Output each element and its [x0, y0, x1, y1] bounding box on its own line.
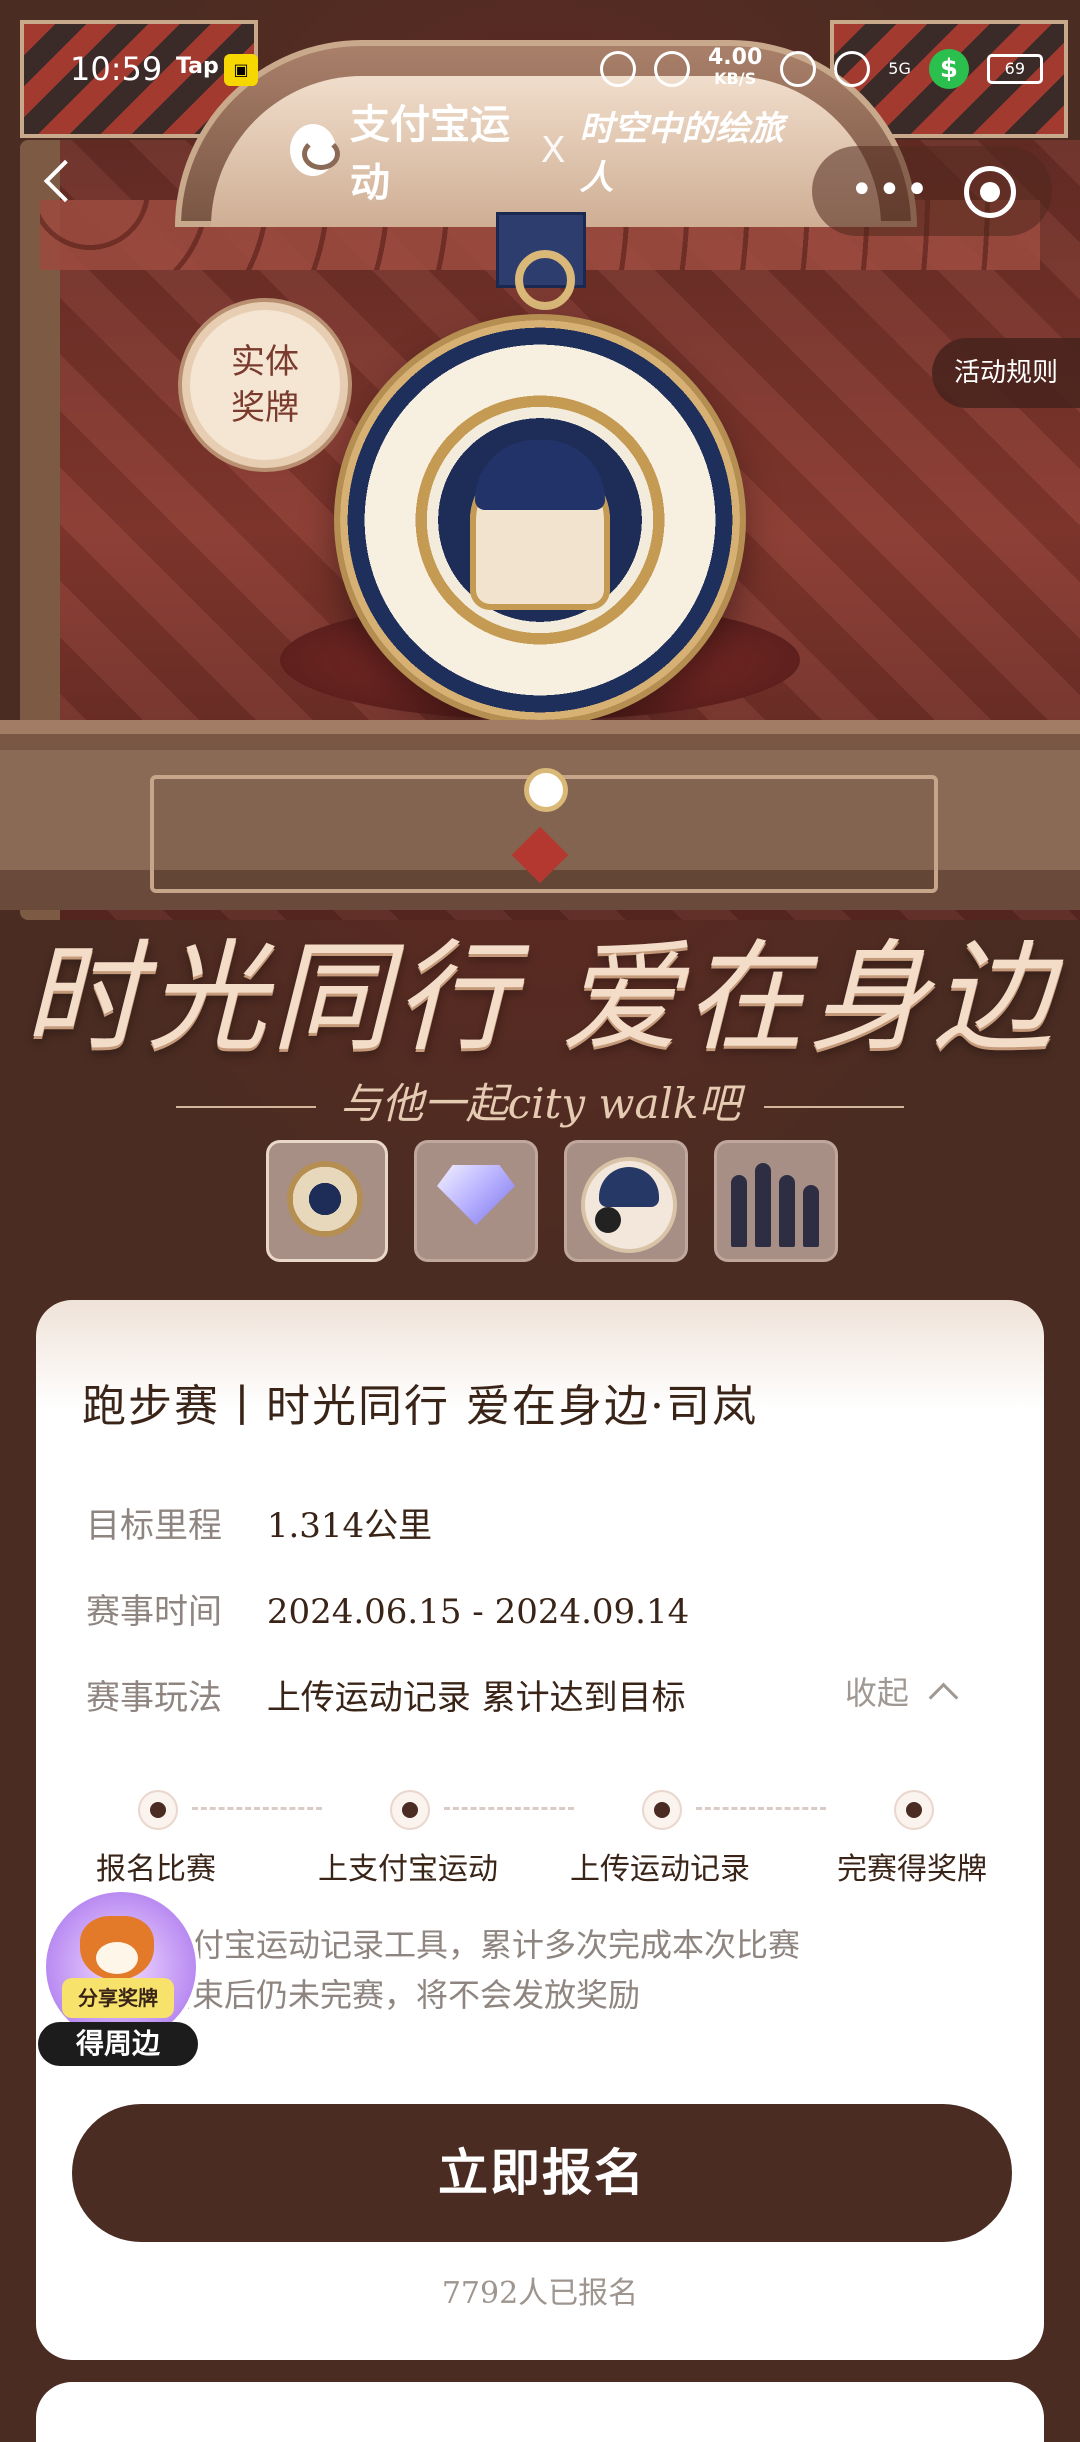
race-rules-label: 赛事玩法 [86, 1678, 222, 1718]
description-line: 使用支付宝运动记录工具，累计多次完成本次比赛 [96, 1926, 801, 1964]
step-dot-icon [894, 1790, 934, 1830]
network-speed: 4.00 KB/S [708, 45, 763, 89]
race-rules-row: 赛事玩法 上传运动记录 累计达到目标 [86, 1670, 686, 1719]
target-distance-value: 1.314公里 [266, 1506, 433, 1546]
thumbnail-diamond[interactable] [414, 1140, 538, 1262]
signal-label: 5G [888, 59, 911, 78]
race-time-row: 赛事时间 2024.06.15 - 2024.09.14 [86, 1584, 689, 1633]
subline: 与他一起city walk吧 [0, 1070, 1080, 1131]
diamond-icon [437, 1165, 515, 1225]
share-medal-tag: 分享奖牌 [62, 1978, 174, 2018]
step-label: 完赛得奖牌 [837, 1852, 987, 1887]
network-speed-value: 4.00 [708, 45, 763, 70]
miniapp-capsule: ••• [812, 146, 1052, 236]
race-description: 使用支付宝运动记录工具，累计多次完成本次比赛 赛事结束后仍未完赛，将不会发放奖励 [96, 1920, 976, 2020]
status-time: 10:59 [70, 50, 163, 88]
share-medal-widget[interactable]: 分享奖牌 得周边 [38, 1888, 200, 2068]
chevron-up-icon [928, 1682, 959, 1713]
physical-medal-label: 实体 奖牌 [231, 342, 299, 428]
step-label: 上传运动记录 [570, 1852, 750, 1887]
thumbnail-figures[interactable] [714, 1140, 838, 1262]
signup-count: 7792人已报名 [441, 2276, 639, 2311]
step-dot-icon [642, 1790, 682, 1830]
signup-button[interactable]: 立即报名 [72, 2104, 1012, 2242]
thumbnail-strip [266, 1140, 838, 1262]
collapse-label: 收起 [844, 1674, 909, 1712]
activity-rules-button[interactable]: 活动规则 [932, 338, 1080, 408]
step-connector [444, 1807, 574, 1810]
fox-mascot-icon [80, 1916, 154, 1980]
step-label: 上支付宝运动 [318, 1852, 498, 1887]
step-connector [696, 1807, 826, 1810]
physical-medal-badge: 实体 奖牌 [190, 310, 340, 460]
target-distance-row: 目标里程 1.314公里 [86, 1498, 432, 1547]
close-miniapp-icon[interactable] [964, 166, 1016, 218]
step-dot-icon [138, 1790, 178, 1830]
avatar [581, 1157, 677, 1253]
thumbnail-medal[interactable] [266, 1140, 388, 1262]
network-speed-unit: KB/S [714, 69, 757, 88]
get-merch-pill: 得周边 [38, 2022, 198, 2066]
play-icon [595, 1207, 621, 1233]
figure-icon [803, 1185, 819, 1247]
figure-icon [731, 1175, 747, 1247]
status-icons: 4.00 KB/S 5G $ 69 [600, 45, 1043, 89]
race-info-card: 跑步赛丨时光同行 爱在身边·司岚 目标里程 1.314公里 赛事时间 2024.… [36, 1300, 1044, 2360]
collapse-button[interactable]: 收起 [844, 1668, 959, 1714]
thumbnail-avatar[interactable] [564, 1140, 688, 1262]
payment-icon: $ [928, 48, 969, 89]
headline: 时光同行 爱在身边 [22, 929, 1058, 1068]
figure-icon [779, 1175, 795, 1247]
app-icon [780, 50, 817, 87]
ornament-icon [524, 768, 568, 812]
race-time-value: 2024.06.15 - 2024.09.14 [266, 1592, 690, 1632]
description-line: 赛事结束后仍未完赛，将不会发放奖励 [96, 1976, 641, 2014]
tap-app-label: Tap [176, 54, 219, 79]
heart-status-icon [654, 50, 690, 87]
figure-icon [755, 1163, 771, 1247]
race-title: 跑步赛丨时光同行 爱在身边·司岚 [82, 1381, 758, 1432]
step-dot-icon [390, 1790, 430, 1830]
race-time-label: 赛事时间 [86, 1592, 222, 1632]
step-label: 报名比赛 [96, 1852, 216, 1887]
app-notification-icon: ▣ [224, 54, 258, 86]
medal-thumb-icon [287, 1161, 363, 1237]
status-bar: 10:59 Tap ▣ 4.00 KB/S 5G $ 69 [0, 0, 1080, 140]
medal-ring [515, 250, 575, 310]
app-icon [834, 50, 871, 87]
steps-flow: 报名比赛 上支付宝运动 上传运动记录 完赛得奖牌 [36, 1790, 1044, 1900]
next-card [36, 2382, 1044, 2442]
back-button[interactable] [36, 160, 80, 204]
alarm-icon [600, 50, 636, 87]
more-options-icon[interactable]: ••• [850, 170, 933, 210]
step-connector [192, 1807, 322, 1810]
target-distance-label: 目标里程 [86, 1506, 222, 1546]
race-rules-value: 上传运动记录 累计达到目标 [266, 1678, 686, 1718]
battery-icon: 69 [986, 53, 1043, 84]
